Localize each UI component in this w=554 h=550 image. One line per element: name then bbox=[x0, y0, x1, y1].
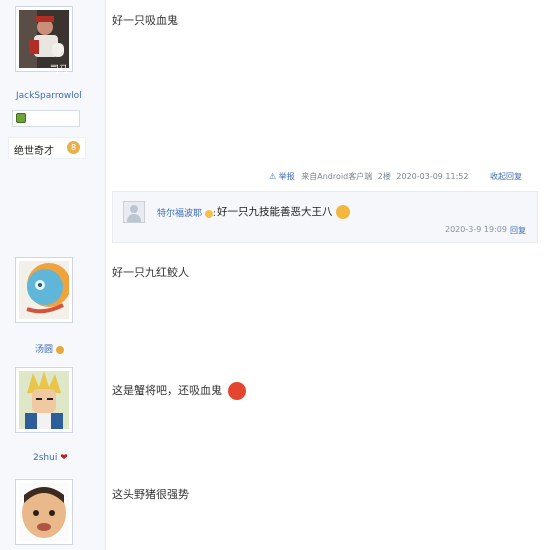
post-content: 好一只吸血鬼 bbox=[112, 14, 178, 27]
username-link[interactable]: 汤圆 bbox=[35, 342, 64, 355]
post-content: 这头野猪很强势 bbox=[112, 488, 189, 501]
reply-panel: 特尔福波耶 : 好一只九技能善恶大王八 2020-3-9 19:09 回复 bbox=[112, 191, 538, 243]
user-badge-icon bbox=[55, 345, 64, 354]
member-badge bbox=[12, 110, 80, 127]
reply-username[interactable]: 特尔福波耶 : bbox=[157, 206, 216, 219]
post-meta: ⚠ 举报 来自Android客户端 2楼 2020-03-09 11:52 bbox=[269, 171, 468, 185]
avatar-2shui[interactable] bbox=[15, 367, 73, 433]
avatar-image bbox=[19, 371, 69, 429]
post-content: 好一只九红鲛人 bbox=[112, 266, 189, 279]
title-badge-label: 绝世奇才 bbox=[14, 146, 54, 157]
username-link[interactable]: 2shui ❤ bbox=[33, 453, 68, 463]
collapse-reply-label: 收起回复 bbox=[490, 172, 522, 181]
client-source: 来自Android客户端 bbox=[301, 172, 373, 181]
username-link[interactable]: JackSparrowlol bbox=[16, 91, 82, 101]
reply-time: 2020-3-9 19:09 bbox=[445, 225, 507, 234]
reply-button[interactable]: 回复 bbox=[510, 225, 526, 236]
avatar-tangyuan[interactable] bbox=[15, 257, 73, 323]
avatar-image bbox=[19, 261, 69, 319]
column-divider bbox=[105, 0, 106, 550]
avatar-image bbox=[19, 483, 69, 541]
post-content: 这是蟹将吧，还吸血鬼 bbox=[112, 382, 246, 400]
avatar-caption: 司马 bbox=[50, 65, 69, 75]
reply-text: 好一只九技能善恶大王八 bbox=[217, 204, 350, 219]
level-icon: 8 bbox=[67, 141, 80, 154]
title-badge: 绝世奇才 8 bbox=[8, 137, 86, 159]
heart-icon: ❤ bbox=[60, 453, 68, 463]
avatar-user4[interactable] bbox=[15, 479, 73, 545]
report-icon: ⚠ bbox=[269, 172, 277, 181]
grin-emoji-icon bbox=[335, 205, 350, 219]
avatar-image bbox=[19, 10, 69, 68]
badge-icon bbox=[16, 113, 26, 123]
smile-emoji-icon bbox=[204, 209, 213, 218]
collapse-reply-button[interactable]: 收起回复 bbox=[490, 171, 522, 185]
avatar-jacksparrowlol[interactable]: 司马 bbox=[15, 6, 73, 75]
post-time: 2020-03-09 11:52 bbox=[396, 172, 469, 181]
floor-number: 2楼 bbox=[377, 172, 391, 181]
report-link[interactable]: 举报 bbox=[279, 172, 295, 181]
reply-avatar[interactable] bbox=[123, 201, 145, 223]
angry-emoji-icon bbox=[227, 382, 246, 400]
